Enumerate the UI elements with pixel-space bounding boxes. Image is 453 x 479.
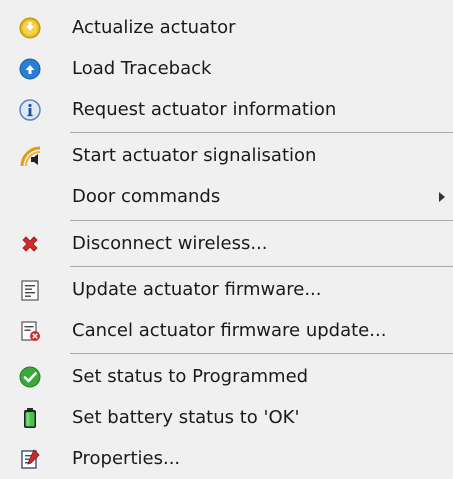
menu-item-label: Properties... bbox=[72, 448, 181, 469]
properties-icon bbox=[19, 448, 41, 470]
menu-item-label: Set status to Programmed bbox=[72, 366, 309, 387]
menu-item-set-battery-status-ok[interactable]: Set battery status to 'OK' bbox=[0, 398, 453, 438]
menu-item-label: Update actuator firmware... bbox=[72, 279, 322, 300]
menu-item-set-status-to-programmed[interactable]: Set status to Programmed bbox=[0, 357, 453, 397]
red-x-icon bbox=[19, 233, 41, 255]
context-menu: Actualize actuator Load Traceback Reques… bbox=[0, 8, 453, 476]
menu-item-actualize-actuator[interactable]: Actualize actuator bbox=[0, 8, 453, 48]
menu-item-cancel-actuator-firmware-update[interactable]: Cancel actuator firmware update... bbox=[0, 311, 453, 351]
top-cutoff-fragment bbox=[0, 0, 453, 8]
menu-separator bbox=[70, 132, 453, 133]
menu-item-label: Cancel actuator firmware update... bbox=[72, 320, 387, 341]
submenu-arrow-icon bbox=[439, 192, 445, 202]
menu-item-load-traceback[interactable]: Load Traceback bbox=[0, 49, 453, 89]
yellow-down-circle-icon bbox=[19, 17, 41, 39]
menu-item-label: Door commands bbox=[72, 186, 221, 207]
menu-item-disconnect-wireless[interactable]: Disconnect wireless... bbox=[0, 224, 453, 264]
menu-item-label: Load Traceback bbox=[72, 58, 212, 79]
menu-item-label: Actualize actuator bbox=[72, 17, 236, 38]
speaker-icon bbox=[19, 145, 41, 167]
green-check-icon bbox=[19, 366, 41, 388]
menu-item-properties[interactable]: Properties... bbox=[0, 439, 453, 479]
info-icon bbox=[19, 99, 41, 121]
menu-separator bbox=[70, 266, 453, 267]
menu-separator bbox=[70, 353, 453, 354]
menu-item-label: Set battery status to 'OK' bbox=[72, 407, 300, 428]
menu-separator bbox=[70, 220, 453, 221]
blue-up-circle-icon bbox=[19, 58, 41, 80]
battery-icon bbox=[19, 407, 41, 429]
menu-item-label: Start actuator signalisation bbox=[72, 145, 317, 166]
menu-item-request-actuator-information[interactable]: Request actuator information bbox=[0, 90, 453, 130]
document-icon bbox=[19, 279, 41, 301]
menu-item-label: Request actuator information bbox=[72, 99, 337, 120]
menu-item-update-actuator-firmware[interactable]: Update actuator firmware... bbox=[0, 270, 453, 310]
menu-item-door-commands[interactable]: Door commands bbox=[0, 177, 453, 217]
menu-item-start-actuator-signalisation[interactable]: Start actuator signalisation bbox=[0, 136, 453, 176]
menu-item-label: Disconnect wireless... bbox=[72, 233, 268, 254]
document-cancel-icon bbox=[19, 320, 41, 342]
